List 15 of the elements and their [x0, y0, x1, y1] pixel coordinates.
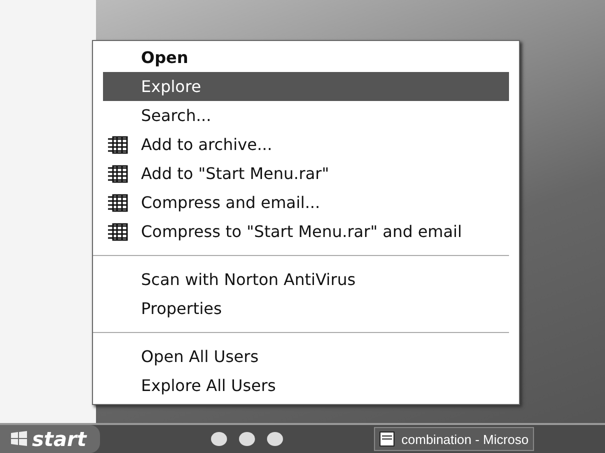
- menu-item[interactable]: Compress to "Start Menu.rar" and email: [103, 217, 509, 246]
- document-icon: [379, 431, 396, 447]
- menu-item[interactable]: Add to "Start Menu.rar": [103, 159, 509, 188]
- menu-item[interactable]: Properties: [103, 294, 509, 323]
- menu-item[interactable]: Explore: [103, 72, 509, 101]
- menu-item[interactable]: Open All Users: [103, 342, 509, 371]
- menu-item[interactable]: Add to archive...: [103, 130, 509, 159]
- menu-item[interactable]: Explore All Users: [103, 371, 509, 400]
- taskbar-button[interactable]: combination - Microso: [374, 427, 534, 451]
- menu-item[interactable]: Open: [103, 43, 509, 72]
- start-button[interactable]: start: [0, 425, 100, 453]
- menu-item[interactable]: Scan with Norton AntiVirus: [103, 265, 509, 294]
- windows-flag-icon: [10, 431, 28, 447]
- menu-item[interactable]: Compress and email...: [103, 188, 509, 217]
- menu-item[interactable]: Search...: [103, 101, 509, 130]
